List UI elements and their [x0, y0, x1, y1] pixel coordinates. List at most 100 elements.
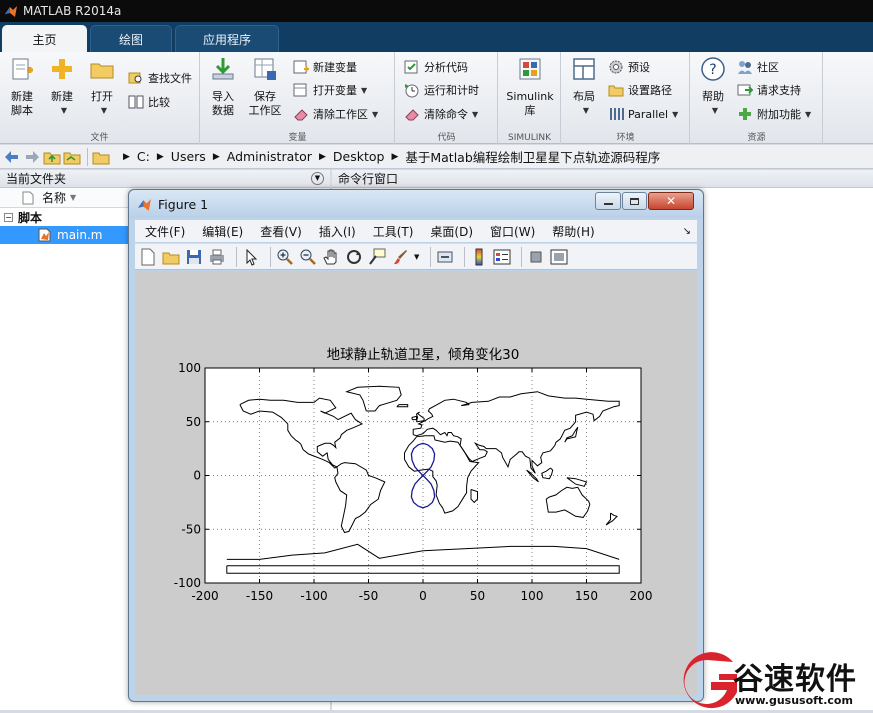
matlab-script-icon [38, 228, 51, 242]
new-variable-button[interactable]: 新建变量 [293, 57, 357, 77]
ribbon-group-environment: 布局 ▼ 预设 设置路径 Parallel ▼ 环境 [562, 52, 690, 144]
chevron-down-icon: ▼ [100, 106, 108, 115]
world-map-plot[interactable]: -200 -150 -100 -50 0 50 100 150 200 -100 -50 0 50 100… [135, 271, 697, 695]
menu-tools[interactable]: 工具(T) [373, 223, 414, 240]
breadcrumb-item[interactable]: Administrator [227, 149, 312, 164]
chevron-right-icon: ▶ [391, 151, 399, 162]
chevron-down-icon[interactable]: ▼ [414, 253, 419, 261]
menu-help[interactable]: 帮助(H) [552, 223, 594, 240]
find-files-button[interactable]: 查找文件 [128, 68, 192, 88]
minimize-button[interactable] [595, 192, 621, 210]
chevron-down-icon: ▼ [711, 106, 719, 115]
new-figure-icon[interactable] [139, 248, 157, 266]
breadcrumb-item[interactable]: C: [137, 149, 150, 164]
sort-down-icon: ▼ [70, 193, 77, 202]
gususoft-watermark: 谷速软件 www.gususoft.com [675, 652, 873, 710]
menu-insert[interactable]: 插入(I) [319, 223, 356, 240]
parallel-icon [610, 108, 624, 120]
open-variable-button[interactable]: 打开变量 ▼ [293, 80, 367, 100]
chevron-down-icon: ▼ [472, 109, 479, 119]
panel-menu-icon[interactable]: ▼ [311, 172, 324, 185]
tab-apps[interactable]: 应用程序 [175, 25, 279, 52]
menu-view[interactable]: 查看(V) [260, 223, 302, 240]
open-button[interactable]: 打开 ▼ [80, 56, 124, 118]
ribbon-group-file: 新建 脚本 新建 ▼ 打开 ▼ 查找文件 比较 文件 [0, 52, 200, 144]
y-tick-label: -100 [174, 576, 201, 590]
browse-folder-icon[interactable] [63, 148, 81, 166]
simulink-library-icon [519, 58, 541, 80]
minimize-icon [603, 203, 613, 205]
address-bar: ▶ C: ▶ Users ▶ Administrator ▶ Desktop ▶… [0, 145, 873, 169]
request-support-button[interactable]: 请求支持 [737, 80, 801, 100]
chevron-right-icon: ▶ [156, 151, 164, 162]
dock-arrow-icon[interactable]: ↘ [683, 226, 691, 237]
community-button[interactable]: 社区 [737, 57, 779, 77]
forward-arrow-icon[interactable] [23, 148, 41, 166]
ribbon: 新建 脚本 新建 ▼ 打开 ▼ 查找文件 比较 文件 导入 数据 保存 工作区 … [0, 52, 873, 144]
new-button[interactable]: 新建 ▼ [40, 56, 84, 118]
print-icon[interactable] [208, 248, 226, 266]
folder-open-icon [90, 63, 114, 79]
analyze-code-button[interactable]: 分析代码 [404, 57, 468, 77]
data-cursor-icon[interactable] [368, 248, 386, 266]
collapse-icon[interactable]: − [4, 212, 13, 222]
import-data-button[interactable]: 导入 数据 [201, 56, 245, 118]
layout-button[interactable]: 布局 ▼ [562, 56, 606, 118]
up-folder-icon[interactable] [43, 148, 61, 166]
compare-button[interactable]: 比较 [128, 92, 170, 112]
ribbon-group-variable: 导入 数据 保存 工作区 新建变量 打开变量 ▼ 清除工作区 ▼ 变量 [201, 52, 395, 144]
rotate-3d-icon[interactable] [345, 248, 363, 266]
folder-icon [608, 85, 624, 97]
save-icon[interactable] [185, 248, 203, 266]
chevron-down-icon: ▼ [805, 109, 812, 119]
plus-icon [739, 108, 751, 120]
new-script-button[interactable]: 新建 脚本 [0, 56, 44, 118]
zoom-out-icon[interactable] [299, 248, 317, 266]
watermark-url: www.gususoft.com [735, 694, 853, 707]
preferences-button[interactable]: 预设 [608, 57, 650, 77]
clear-workspace-button[interactable]: 清除工作区 ▼ [293, 104, 378, 124]
legend-icon[interactable] [493, 248, 511, 266]
addons-button[interactable]: 附加功能 ▼ [737, 104, 811, 124]
link-plot-icon[interactable] [436, 248, 454, 266]
x-tick-label: -150 [246, 589, 273, 603]
maximize-button[interactable] [622, 192, 647, 210]
run-and-time-button[interactable]: 运行和计时 [404, 80, 479, 100]
chevron-right-icon: ▶ [212, 151, 220, 162]
breadcrumb: ▶ C: ▶ Users ▶ Administrator ▶ Desktop ▶… [116, 147, 660, 166]
hide-plot-tools-icon[interactable] [527, 248, 545, 266]
layout-icon [573, 58, 595, 80]
close-button[interactable]: ✕ [648, 192, 694, 210]
zoom-in-icon[interactable] [276, 248, 294, 266]
save-workspace-button[interactable]: 保存 工作区 [243, 56, 287, 118]
chevron-right-icon: ▶ [318, 151, 326, 162]
set-path-button[interactable]: 设置路径 [608, 80, 672, 100]
tab-plots[interactable]: 绘图 [90, 25, 172, 52]
current-folder-header: 当前文件夹 ▼ [0, 170, 330, 188]
menu-window[interactable]: 窗口(W) [490, 223, 535, 240]
menu-file[interactable]: 文件(F) [145, 223, 185, 240]
parallel-button[interactable]: Parallel ▼ [608, 104, 678, 124]
clear-commands-button[interactable]: 清除命令 ▼ [404, 104, 478, 124]
chevron-down-icon: ▼ [361, 85, 368, 95]
figure-title: Figure 1 [158, 196, 209, 212]
breadcrumb-item[interactable]: 基于Matlab编程绘制卫星星下点轨迹源码程序 [405, 147, 660, 166]
menu-edit[interactable]: 编辑(E) [202, 223, 243, 240]
back-arrow-icon[interactable] [3, 148, 21, 166]
open-file-icon[interactable] [162, 248, 180, 266]
pointer-icon[interactable] [242, 248, 260, 266]
colorbar-icon[interactable] [470, 248, 488, 266]
pan-hand-icon[interactable] [322, 248, 340, 266]
breadcrumb-item[interactable]: Users [171, 149, 206, 164]
help-button[interactable]: ? 帮助 ▼ [691, 56, 735, 118]
simulink-library-button[interactable]: Simulink 库 [506, 56, 554, 118]
menu-desktop[interactable]: 桌面(D) [430, 223, 473, 240]
find-files-icon [128, 72, 142, 84]
breadcrumb-item[interactable]: Desktop [333, 149, 385, 164]
tab-home[interactable]: 主页 [2, 25, 87, 52]
brush-icon[interactable] [391, 248, 409, 266]
chevron-right-icon: ▶ [123, 151, 130, 162]
x-tick-label: 100 [521, 589, 544, 603]
show-plot-tools-icon[interactable] [550, 248, 568, 266]
close-icon: ✕ [665, 194, 677, 208]
